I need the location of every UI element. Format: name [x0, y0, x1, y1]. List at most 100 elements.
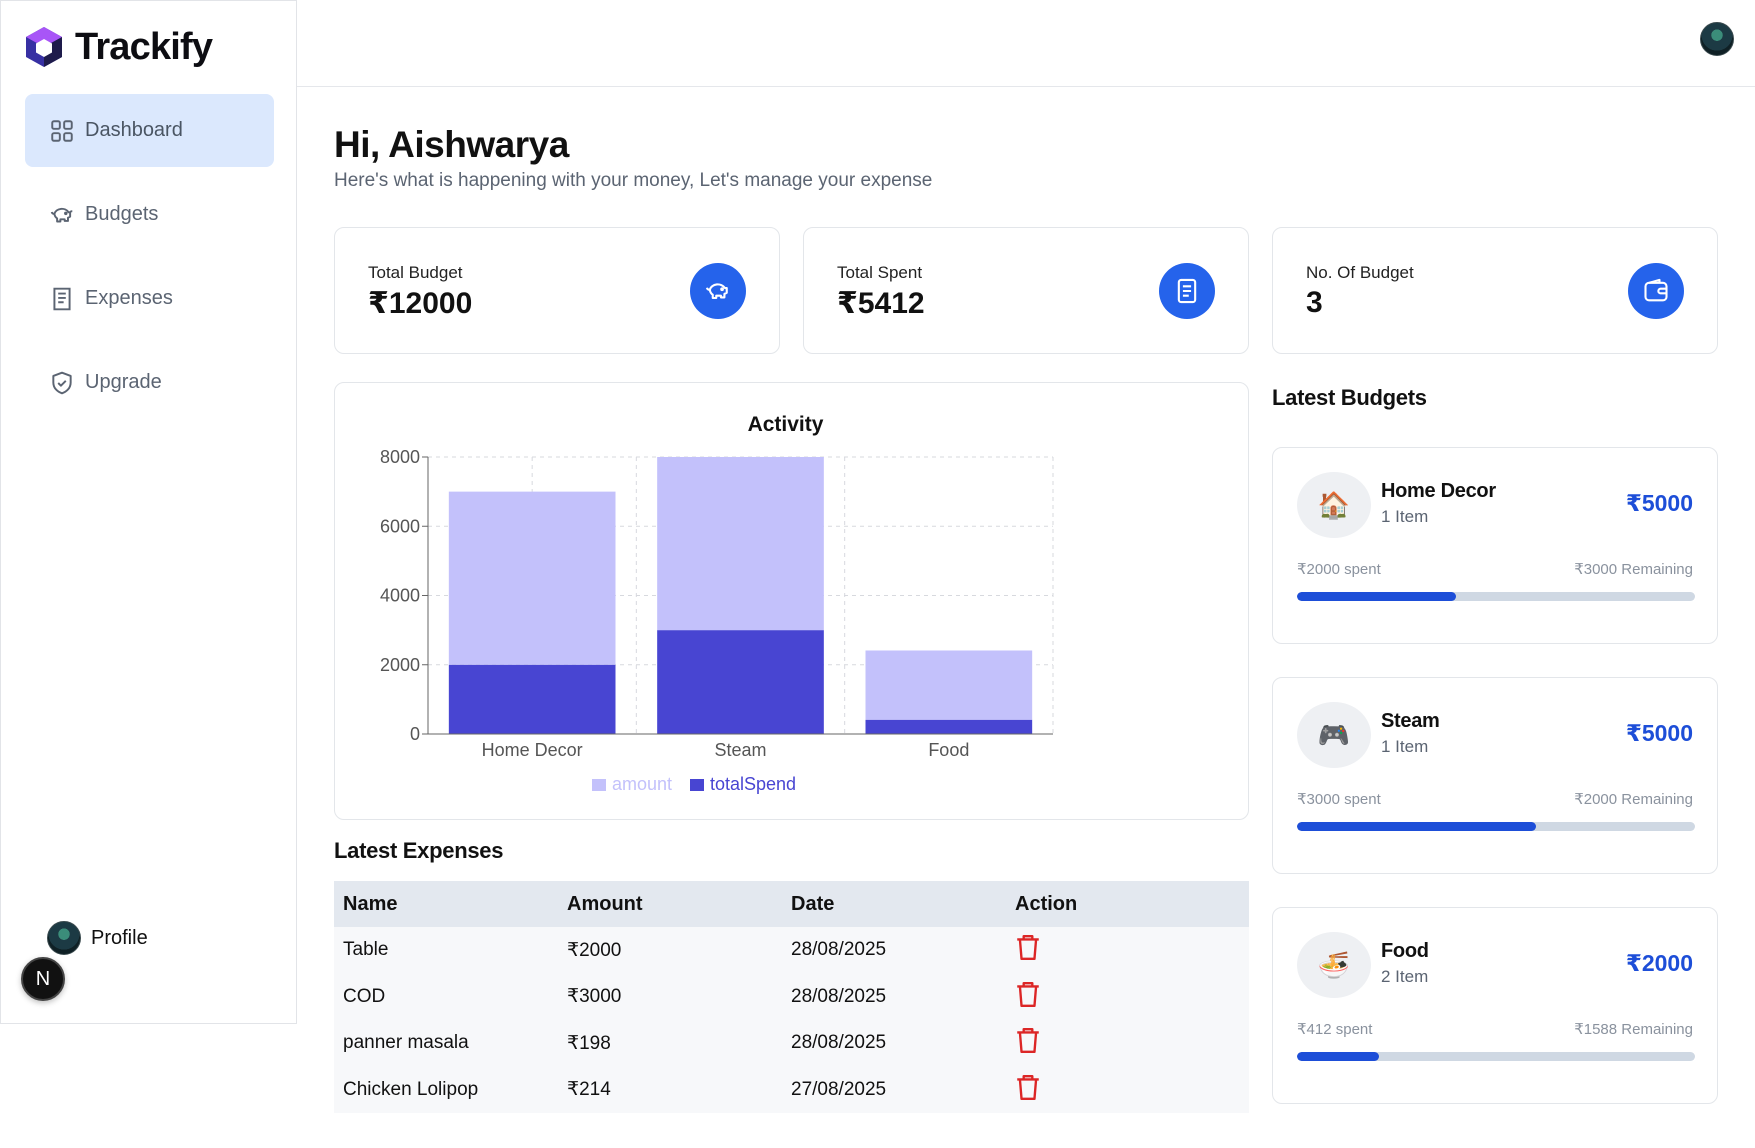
brand[interactable]: Trackify [23, 25, 213, 69]
piggy-bank-icon [50, 207, 73, 222]
trash-icon[interactable] [1015, 1073, 1041, 1101]
column-header: Action [1006, 881, 1249, 927]
sidebar-item-dashboard[interactable]: Dashboard [25, 94, 274, 167]
expense-action [1006, 1066, 1249, 1113]
expense-amount: ₹3000 [558, 973, 782, 1020]
sidebar-item-budgets[interactable]: Budgets [25, 178, 274, 251]
chart-title: Activity [748, 413, 824, 436]
budget-progress-bar [1297, 822, 1695, 831]
expense-action [1006, 1020, 1249, 1067]
expense-name: Table [334, 927, 558, 974]
latest-expenses-title: Latest Expenses [334, 838, 504, 863]
profile-label: Profile [91, 926, 148, 949]
budget-progress-fill [1297, 592, 1457, 601]
legend-swatch [690, 779, 704, 791]
receipt-icon [53, 287, 71, 310]
column-header: Date [782, 881, 1006, 927]
stat-value: ₹12000 [368, 287, 473, 320]
budget-name: Food [1381, 940, 1429, 962]
table-header-row: Name Amount Date Action [334, 881, 1249, 927]
y-tick-label: 6000 [380, 516, 420, 536]
dev-tools-badge[interactable]: N [21, 957, 65, 1001]
budget-amount: ₹5000 [1625, 720, 1693, 746]
legend-label: totalSpend [710, 774, 796, 794]
piggy-bank-icon [690, 263, 746, 319]
sidebar-item-label: Expenses [85, 287, 173, 309]
page-subtitle: Here's what is happening with your money… [334, 170, 933, 191]
bar-totalspend [865, 719, 1033, 734]
expenses-table: Name Amount Date Action Table ₹2000 28/08/… [334, 881, 1249, 1113]
budget-amount: ₹2000 [1625, 950, 1693, 976]
sidebar-item-expenses[interactable]: Expenses [25, 262, 274, 335]
budget-spent: ₹3000 spent [1297, 791, 1381, 808]
legend-swatch [592, 779, 606, 791]
table-row: Table ₹2000 28/08/2025 [334, 927, 1249, 974]
budget-card[interactable]: 🎮 Steam 1 Item ₹5000 ₹3000 spent ₹2000 Remain… [1272, 677, 1718, 874]
budget-emoji-icon: 🍜 [1297, 932, 1371, 998]
expense-amount: ₹214 [558, 1066, 782, 1113]
stat-label: Total Spent [837, 263, 923, 282]
budget-remaining: ₹2000 Remaining [1574, 791, 1693, 808]
stat-card-budget-count: No. Of Budget 3 [1272, 227, 1718, 354]
expense-amount: ₹198 [558, 1020, 782, 1067]
brand-name: Trackify [75, 25, 213, 68]
y-tick-label: 4000 [380, 586, 420, 606]
budget-name: Home Decor [1381, 480, 1496, 502]
column-header: Name [334, 881, 558, 927]
profile-button[interactable]: Profile [47, 921, 148, 955]
budget-amount: ₹5000 [1625, 490, 1693, 516]
expense-action [1006, 927, 1249, 974]
y-tick-label: 8000 [380, 447, 420, 467]
expense-name: panner masala [334, 1020, 558, 1067]
expense-date: 28/08/2025 [782, 927, 1006, 974]
sidebar: Trackify Dashboard Budgets Expenses Upgr… [0, 0, 297, 1024]
budget-spent: ₹412 spent [1297, 1021, 1373, 1038]
bar-totalspend [657, 630, 824, 734]
stat-label: No. Of Budget [1306, 263, 1414, 282]
budget-progress-fill [1297, 822, 1536, 831]
stat-card-total-budget: Total Budget ₹12000 [334, 227, 780, 354]
budget-card[interactable]: 🏠 Home Decor 1 Item ₹5000 ₹2000 spent ₹3000 R… [1272, 447, 1718, 644]
table-row: COD ₹3000 28/08/2025 [334, 973, 1249, 1020]
budget-item-count: 1 Item [1381, 507, 1429, 526]
bar-amount [865, 650, 1033, 720]
dev-tools-badge-letter: N [35, 967, 51, 990]
x-tick-label: Home Decor [482, 740, 583, 760]
expense-name: COD [334, 973, 558, 1020]
wallet-icon [1628, 263, 1684, 319]
expense-name: Chicken Lolipop [334, 1066, 558, 1113]
budget-item-count: 1 Item [1381, 737, 1429, 756]
latest-budgets-title: Latest Budgets [1272, 385, 1427, 410]
column-header: Amount [558, 881, 782, 927]
user-avatar[interactable] [1700, 22, 1734, 56]
trash-icon[interactable] [1015, 980, 1041, 1008]
budget-card[interactable]: 🍜 Food 2 Item ₹2000 ₹412 spent ₹1588 Remainin… [1272, 907, 1718, 1104]
page-title: Hi, Aishwarya [334, 124, 569, 165]
y-tick-label: 0 [410, 724, 420, 744]
budget-item-count: 2 Item [1381, 967, 1429, 986]
shield-check-icon [52, 371, 72, 394]
logo-icon [26, 27, 62, 67]
sidebar-item-upgrade[interactable]: Upgrade [25, 346, 274, 419]
table-row: Chicken Lolipop ₹214 27/08/2025 [334, 1066, 1249, 1113]
sidebar-item-label: Dashboard [85, 119, 183, 141]
budget-progress-bar [1297, 592, 1695, 601]
activity-chart: Activity 0 2000 4000 6000 8000 Home Decor Steam… [380, 413, 1054, 794]
y-tick-label: 2000 [380, 655, 420, 675]
trash-icon[interactable] [1015, 933, 1041, 961]
budget-spent: ₹2000 spent [1297, 561, 1381, 578]
budget-emoji-icon: 🎮 [1297, 702, 1371, 768]
trash-icon[interactable] [1015, 1026, 1041, 1054]
avatar [47, 921, 81, 955]
x-tick-label: Steam [714, 740, 766, 760]
stat-value: ₹5412 [837, 287, 925, 320]
expense-action [1006, 973, 1249, 1020]
budget-name: Steam [1381, 710, 1440, 732]
sidebar-item-label: Upgrade [85, 371, 162, 393]
expense-date: 28/08/2025 [782, 1020, 1006, 1067]
table-row: panner masala ₹198 28/08/2025 [334, 1020, 1249, 1067]
budget-progress-bar [1297, 1052, 1695, 1061]
budget-emoji-icon: 🏠 [1297, 472, 1371, 538]
topbar [297, 0, 1755, 87]
expense-date: 27/08/2025 [782, 1066, 1006, 1113]
